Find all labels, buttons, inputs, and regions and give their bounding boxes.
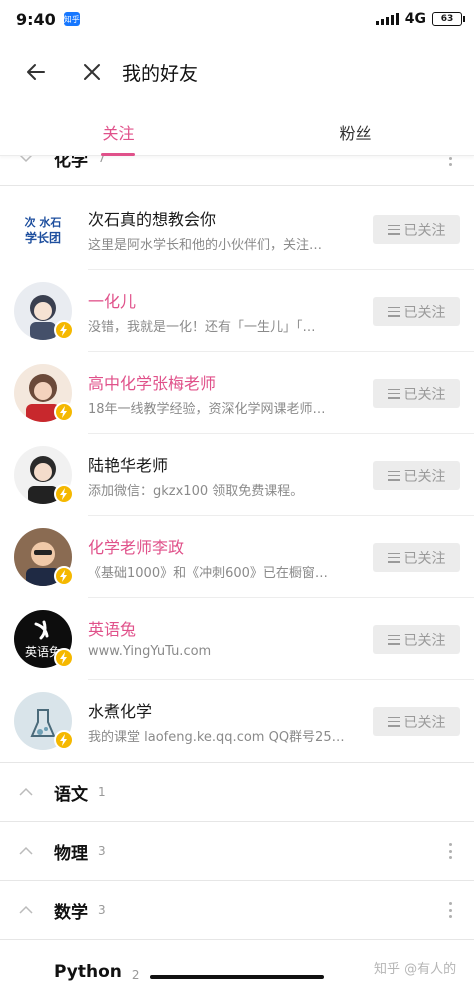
user-description: 这里是阿水学长和他的小伙伴们，关注…: [88, 238, 323, 253]
menu-lines-icon: [387, 224, 400, 235]
network-type: 4G: [404, 11, 426, 27]
svg-text:次 水石: 次 水石: [25, 215, 62, 229]
user-description: 我的课堂 laofeng.ke.qq.com QQ群号25…: [88, 730, 345, 745]
user-description: www.YingYuTu.com: [88, 644, 212, 659]
menu-lines-icon: [387, 552, 400, 563]
user-name[interactable]: 一化儿: [88, 288, 136, 312]
close-icon: [84, 64, 100, 80]
group-name: 化学: [54, 156, 88, 171]
user-name[interactable]: 高中化学张梅老师: [88, 370, 216, 394]
home-indicator[interactable]: [150, 975, 324, 979]
chevron-up-icon: [18, 843, 34, 859]
svg-text:学长团: 学长团: [25, 230, 61, 245]
lightning-icon: [54, 402, 74, 422]
lightning-icon: [54, 484, 74, 504]
group-header-math[interactable]: 数学 3: [0, 880, 474, 939]
group-count: 3: [98, 903, 106, 917]
user-description: 没错，我就是一化！还有「一生儿」「…: [88, 320, 316, 335]
followed-label: 已关注: [403, 468, 446, 485]
list-item[interactable]: 次 水石 学长团 次石真的想教会你 这里是阿水学长和他的小伙伴们，关注… 已关注: [0, 188, 474, 270]
more-dots-icon[interactable]: [448, 843, 452, 859]
group-header-physics[interactable]: 物理 3: [0, 821, 474, 880]
lightning-icon: [54, 730, 74, 750]
user-name[interactable]: 次石真的想教会你: [88, 206, 216, 230]
group-name: Python: [54, 962, 122, 982]
tab-bar: 关注 粉丝: [0, 108, 474, 156]
lightning-icon: [54, 320, 74, 340]
top-bar: 我的好友: [0, 38, 474, 106]
watermark: 知乎 @有人的: [374, 962, 457, 977]
status-time: 9:40: [16, 9, 56, 29]
chevron-up-icon: [18, 902, 34, 918]
group-header-chemistry[interactable]: 化学 7: [0, 156, 474, 186]
group-name: 语文: [54, 784, 88, 805]
followed-button[interactable]: 已关注: [373, 543, 460, 572]
menu-lines-icon: [387, 470, 400, 481]
group-name: 数学: [54, 902, 88, 923]
menu-lines-icon: [387, 306, 400, 317]
lightning-icon: [54, 566, 74, 586]
followed-label: 已关注: [403, 714, 446, 731]
list-item[interactable]: 一化儿 没错，我就是一化！还有「一生儿」「… 已关注: [0, 270, 474, 352]
followed-button[interactable]: 已关注: [373, 461, 460, 490]
close-button[interactable]: [76, 56, 108, 88]
list-item[interactable]: 水煮化学 我的课堂 laofeng.ke.qq.com QQ群号25… 已关注: [0, 680, 474, 762]
user-description: 《基础1000》和《冲刺600》已在橱窗…: [88, 566, 328, 581]
followed-label: 已关注: [403, 304, 446, 321]
followed-label: 已关注: [403, 386, 446, 403]
group-count: 7: [98, 156, 106, 165]
more-dots-icon[interactable]: [448, 156, 452, 166]
user-name[interactable]: 陆艳华老师: [88, 452, 168, 476]
back-button[interactable]: [20, 56, 52, 88]
tab-following[interactable]: 关注: [0, 108, 237, 156]
tab-followers[interactable]: 粉丝: [237, 108, 474, 156]
group-count: 3: [98, 844, 106, 858]
user-name[interactable]: 水煮化学: [88, 698, 152, 722]
signal-icon: [375, 13, 399, 25]
back-arrow-icon: [27, 64, 45, 80]
chevron-down-icon: [18, 156, 34, 166]
list-item[interactable]: 英语兔 英语兔 www.YingYuTu.com 已关注: [0, 598, 474, 680]
followed-button[interactable]: 已关注: [373, 625, 460, 654]
menu-lines-icon: [387, 634, 400, 645]
followed-button[interactable]: 已关注: [373, 297, 460, 326]
group-name: 物理: [54, 843, 88, 864]
page-title: 我的好友: [122, 62, 199, 85]
user-description: 添加微信：gkzx100 领取免费课程。: [88, 484, 304, 499]
status-bar: 9:40 知乎 4G 63: [0, 0, 474, 38]
followed-label: 已关注: [403, 550, 446, 567]
zhihu-app-icon: 知乎: [63, 12, 80, 26]
avatar: 次 水石 学长团: [14, 200, 72, 258]
followed-button[interactable]: 已关注: [373, 707, 460, 736]
chevron-up-icon: [18, 784, 34, 800]
group-count: 2: [131, 968, 140, 982]
user-description: 18年一线教学经验，资深化学网课老师…: [88, 402, 326, 417]
followed-label: 已关注: [403, 632, 446, 649]
menu-lines-icon: [387, 716, 400, 727]
group-count: 1: [98, 785, 106, 799]
user-name[interactable]: 化学老师李政: [88, 534, 184, 558]
user-name[interactable]: 英语兔: [88, 616, 136, 640]
followed-label: 已关注: [403, 222, 446, 239]
followed-button[interactable]: 已关注: [373, 215, 460, 244]
lightning-icon: [54, 648, 74, 668]
list-item[interactable]: 陆艳华老师 添加微信：gkzx100 领取免费课程。 已关注: [0, 434, 474, 516]
list-item[interactable]: 化学老师李政 《基础1000》和《冲刺600》已在橱窗… 已关注: [0, 516, 474, 598]
menu-lines-icon: [387, 388, 400, 399]
group-header-chinese[interactable]: 语文 1: [0, 762, 474, 821]
more-dots-icon[interactable]: [448, 902, 452, 918]
status-indicators: 4G 63: [375, 11, 465, 27]
followed-button[interactable]: 已关注: [373, 379, 460, 408]
battery-icon: 63: [432, 12, 465, 26]
list-item[interactable]: 高中化学张梅老师 18年一线教学经验，资深化学网课老师… 已关注: [0, 352, 474, 434]
